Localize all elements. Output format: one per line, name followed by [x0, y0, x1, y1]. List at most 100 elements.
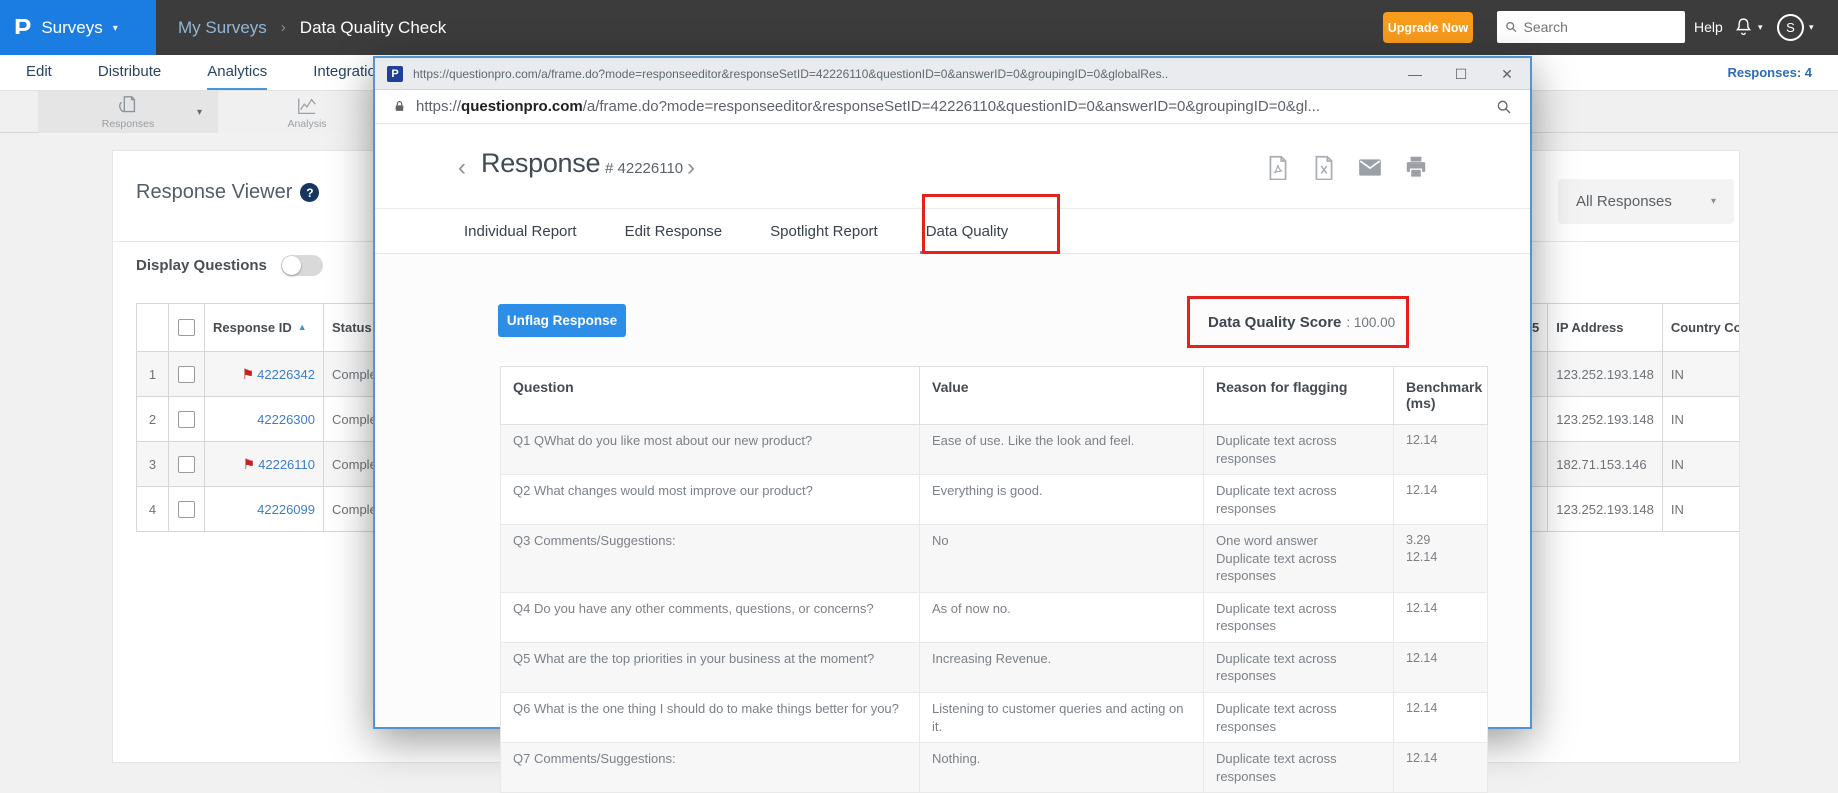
- data-quality-score-annotation: Data Quality Score : 100.00: [1187, 296, 1409, 348]
- breadcrumb: My Surveys › Data Quality Check: [178, 0, 446, 55]
- reason-cell: One word answerDuplicate text across res…: [1204, 525, 1394, 593]
- avatar: S: [1777, 14, 1804, 41]
- benchmark-cell: 12.14: [1394, 642, 1488, 692]
- search-box[interactable]: [1497, 11, 1685, 43]
- response-id-link[interactable]: 42226300: [257, 412, 315, 427]
- row-checkbox[interactable]: [178, 411, 195, 428]
- surveys-label: Surveys: [41, 18, 102, 38]
- flag-icon: ⚑: [242, 366, 255, 382]
- value-cell: Listening to customer queries and acting…: [920, 693, 1204, 743]
- page: P Surveys ▾ My Surveys › Data Quality Ch…: [0, 0, 1838, 781]
- account-menu-button[interactable]: S ▾: [1777, 14, 1814, 41]
- question-cell: Q7 Comments/Suggestions:: [501, 743, 920, 793]
- table-row: 182.71.153.146IN: [1524, 442, 1741, 487]
- chevron-down-icon: ▾: [1809, 22, 1814, 33]
- reason-header: Reason for flagging: [1204, 367, 1394, 425]
- row-number: 3: [137, 442, 169, 487]
- right-table-body: 123.252.193.148IN123.252.193.148IN182.71…: [1524, 352, 1741, 532]
- chevron-down-icon: ▾: [1711, 196, 1716, 207]
- address-url: https://questionpro.com/a/frame.do?mode=…: [416, 98, 1486, 115]
- tab-individual-report[interactable]: Individual Report: [464, 209, 577, 254]
- table-row: Q5 What are the top priorities in your b…: [501, 642, 1488, 692]
- row-number: 2: [137, 397, 169, 442]
- pdf-export-icon[interactable]: [1265, 154, 1291, 180]
- chevron-down-icon: ▾: [197, 107, 202, 118]
- breadcrumb-current: Data Quality Check: [300, 18, 446, 38]
- sort-asc-icon: ▲: [298, 322, 307, 332]
- row-checkbox[interactable]: [178, 366, 195, 383]
- response-id-link[interactable]: 42226342: [257, 367, 315, 382]
- benchmark-cell: 12.14: [1394, 693, 1488, 743]
- upgrade-now-button[interactable]: Upgrade Now: [1383, 12, 1473, 43]
- search-input[interactable]: [1524, 19, 1678, 35]
- bell-icon: [1733, 16, 1754, 38]
- browser-addressbar[interactable]: https://questionpro.com/a/frame.do?mode=…: [375, 90, 1530, 124]
- notifications-button[interactable]: ▾: [1733, 16, 1763, 38]
- display-questions-toggle[interactable]: [281, 255, 323, 276]
- row-checkbox[interactable]: [178, 456, 195, 473]
- question-header: Question: [501, 367, 920, 425]
- tab-edit-response[interactable]: Edit Response: [625, 209, 723, 254]
- reason-cell: Duplicate text across responses: [1204, 592, 1394, 642]
- menu-item-edit[interactable]: Edit: [26, 55, 52, 90]
- response-id-link[interactable]: 42226099: [257, 502, 315, 517]
- questionpro-favicon-icon: P: [387, 66, 403, 82]
- response-number: # 42226110: [605, 160, 683, 177]
- response-id-header[interactable]: Response ID▲: [205, 304, 324, 352]
- close-button[interactable]: ✕: [1484, 58, 1530, 90]
- page-title: Response Viewer ?: [136, 181, 319, 204]
- benchmark-header: Benchmark (ms): [1394, 367, 1488, 425]
- flag-icon: ⚑: [243, 456, 256, 472]
- menu-item-analytics[interactable]: Analytics: [207, 55, 267, 90]
- minimize-button[interactable]: —: [1392, 58, 1438, 90]
- benchmark-cell: 12.14: [1394, 743, 1488, 793]
- tab-data-quality[interactable]: Data Quality: [926, 209, 1009, 254]
- breadcrumb-separator-icon: ›: [281, 19, 286, 36]
- next-response-button[interactable]: ›: [687, 156, 695, 180]
- ip-address-header[interactable]: IP Address: [1548, 304, 1663, 352]
- table-row: Q2 What changes would most improve our p…: [501, 475, 1488, 525]
- zoom-icon[interactable]: [1496, 99, 1512, 115]
- responses-doc-icon: [117, 95, 139, 117]
- row-checkbox[interactable]: [178, 501, 195, 518]
- surveys-menu-button[interactable]: P Surveys ▾: [0, 0, 156, 55]
- window-titlebar[interactable]: P https://questionpro.com/a/frame.do?mod…: [375, 58, 1530, 90]
- checkbox-cell: [169, 442, 205, 487]
- help-badge-icon[interactable]: ?: [300, 183, 319, 202]
- toolbar-responses-button[interactable]: Responses ▾: [38, 91, 218, 133]
- help-link[interactable]: Help: [1694, 0, 1723, 55]
- row-number-header: [137, 304, 169, 352]
- toolbar-analysis-button[interactable]: Analysis ▾: [218, 91, 396, 133]
- select-all-checkbox[interactable]: [178, 319, 195, 336]
- window-controls: — ☐ ✕: [1392, 58, 1530, 90]
- email-icon[interactable]: [1357, 154, 1383, 180]
- response-id-cell: ⚑42226110: [205, 442, 324, 487]
- breadcrumb-my-surveys[interactable]: My Surveys: [178, 18, 267, 38]
- menu-item-distribute[interactable]: Distribute: [98, 55, 161, 90]
- display-questions-control: Display Questions: [136, 255, 323, 276]
- table-header-row: Question Value Reason for flagging Bench…: [501, 367, 1488, 425]
- question-cell: Q2 What changes would most improve our p…: [501, 475, 920, 525]
- tab-spotlight-report[interactable]: Spotlight Report: [770, 209, 878, 254]
- questionpro-logo-icon: P: [14, 15, 31, 41]
- unflag-response-button[interactable]: Unflag Response: [498, 304, 626, 337]
- reason-cell: Duplicate text across responses: [1204, 693, 1394, 743]
- question-cell: Q6 What is the one thing I should do to …: [501, 693, 920, 743]
- response-id-link[interactable]: 42226110: [258, 457, 315, 472]
- row-number: 1: [137, 352, 169, 397]
- country-code-header[interactable]: Country Co: [1662, 304, 1740, 352]
- ip-address-cell: 123.252.193.148: [1548, 397, 1663, 442]
- all-responses-dropdown[interactable]: All Responses ▾: [1558, 179, 1734, 224]
- maximize-button[interactable]: ☐: [1438, 58, 1484, 90]
- question-cell: Q5 What are the top priorities in your b…: [501, 642, 920, 692]
- response-header: ‹ Response # 42226110 ›: [375, 124, 1530, 209]
- analysis-chart-icon: [295, 95, 319, 117]
- reason-cell: Duplicate text across responses: [1204, 425, 1394, 475]
- print-icon[interactable]: [1403, 154, 1429, 180]
- country-code-cell: IN: [1662, 487, 1740, 532]
- previous-response-button[interactable]: ‹: [458, 156, 466, 180]
- table-row: Q3 Comments/Suggestions:NoOne word answe…: [501, 525, 1488, 593]
- excel-export-icon[interactable]: [1311, 154, 1337, 180]
- response-tabs: Individual Report Edit Response Spotligh…: [375, 209, 1530, 254]
- toolbar-analysis-label: Analysis: [287, 118, 326, 130]
